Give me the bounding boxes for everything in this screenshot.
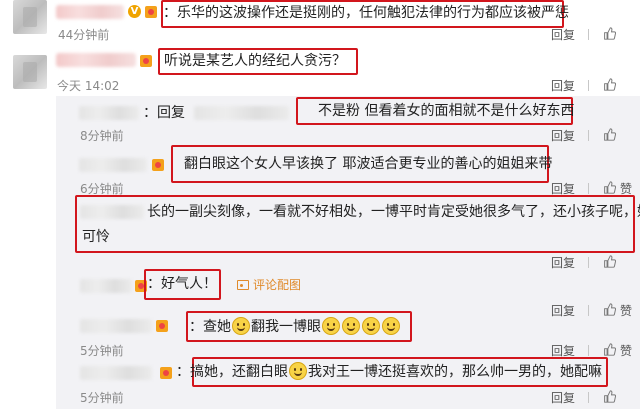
smile-emoji-icon (382, 317, 400, 335)
reply-button[interactable]: 回复 (551, 182, 575, 196)
divider (588, 345, 589, 356)
blurred-username[interactable] (79, 158, 147, 172)
smile-emoji-icon (322, 317, 340, 335)
divider (588, 183, 589, 194)
reply-button[interactable]: 回复 (551, 344, 575, 358)
comment-image-link[interactable]: 评论配图 (253, 278, 301, 292)
level-badge-icon (156, 320, 168, 332)
reply-text: ：搞她，还翻白眼 (176, 364, 288, 380)
like-label[interactable]: 赞 (620, 344, 632, 358)
reply-button[interactable]: 回复 (551, 129, 575, 143)
thumbs-up-icon[interactable] (603, 255, 616, 268)
level-badge-icon (152, 159, 164, 171)
divider (588, 29, 589, 40)
divider (588, 80, 589, 91)
reply-text: ：好气人！ (147, 276, 217, 292)
comment-time: 44分钟前 (58, 28, 110, 42)
blurred-username[interactable] (56, 53, 136, 67)
divider (588, 257, 589, 268)
thumbs-up-icon[interactable] (603, 303, 616, 316)
comment-time: 今天 14:02 (57, 79, 120, 93)
reply-text: ：查她 (189, 319, 231, 335)
blurred-username[interactable] (80, 205, 144, 219)
divider (588, 392, 589, 403)
reply-button[interactable]: 回复 (551, 79, 575, 93)
reply-prefix: ：回复 (143, 105, 185, 121)
smile-emoji-icon (232, 317, 250, 335)
thumbs-up-icon[interactable] (603, 27, 616, 40)
reply-time: 5分钟前 (80, 344, 124, 358)
divider (588, 130, 589, 141)
reply-button[interactable]: 回复 (551, 28, 575, 42)
reply-text-line2: 可怜 (82, 229, 110, 245)
divider (588, 305, 589, 316)
blurred-username[interactable] (56, 5, 124, 19)
thumbs-up-icon[interactable] (603, 78, 616, 91)
level-badge-icon (140, 55, 152, 67)
blurred-username[interactable] (80, 319, 152, 333)
like-label[interactable]: 赞 (620, 182, 632, 196)
image-icon[interactable] (237, 280, 249, 290)
reply-time: 5分钟前 (80, 391, 124, 405)
reply-button[interactable]: 回复 (551, 256, 575, 270)
blurred-username[interactable] (80, 366, 152, 380)
reply-button[interactable]: 回复 (551, 304, 575, 318)
blurred-username[interactable] (79, 106, 139, 120)
reply-time: 8分钟前 (80, 129, 124, 143)
level-badge-icon (145, 6, 157, 18)
reply-text: 我对王一博还挺喜欢的，那么帅一男的，她配嘛 (308, 364, 602, 380)
thumbs-up-icon[interactable] (603, 128, 616, 141)
avatar[interactable] (13, 0, 47, 34)
smile-emoji-icon (362, 317, 380, 335)
reply-time: 6分钟前 (80, 182, 124, 196)
reply-button[interactable]: 回复 (551, 391, 575, 405)
thumbs-up-icon[interactable] (603, 390, 616, 403)
comment-text: 听说是某艺人的经纪人贪污？ (164, 53, 346, 69)
thumbs-up-icon[interactable] (603, 343, 616, 356)
reply-text: 不是粉 但看着女的面相就不是什么好东西 (318, 103, 575, 119)
reply-text: 翻白眼这个女人早该换了 耶波适合更专业的善心的姐姐来带 (184, 156, 553, 172)
avatar[interactable] (13, 55, 47, 89)
reply-text-line1: 长的一副尖刻像，一看就不好相处，一博平时肯定受她很多气了，还小孩子呢，好 (147, 204, 640, 220)
reply-text: 翻我一博眼 (251, 319, 321, 335)
blurred-username[interactable] (194, 106, 289, 120)
reply-text-row: ：查她 翻我一博眼 (189, 317, 401, 336)
smile-emoji-icon (342, 317, 360, 335)
smile-emoji-icon (289, 362, 307, 380)
blurred-username[interactable] (80, 279, 132, 293)
comment-text: ：乐华的这波操作还是挺刚的，任何触犯法律的行为都应该被严惩 (163, 5, 569, 21)
reply-text-row: ：搞她，还翻白眼 我对王一博还挺喜欢的，那么帅一男的，她配嘛 (176, 362, 602, 381)
thumbs-up-icon[interactable] (603, 181, 616, 194)
level-badge-icon (160, 367, 172, 379)
like-label[interactable]: 赞 (620, 304, 632, 318)
vip-badge-icon: V (128, 5, 141, 18)
